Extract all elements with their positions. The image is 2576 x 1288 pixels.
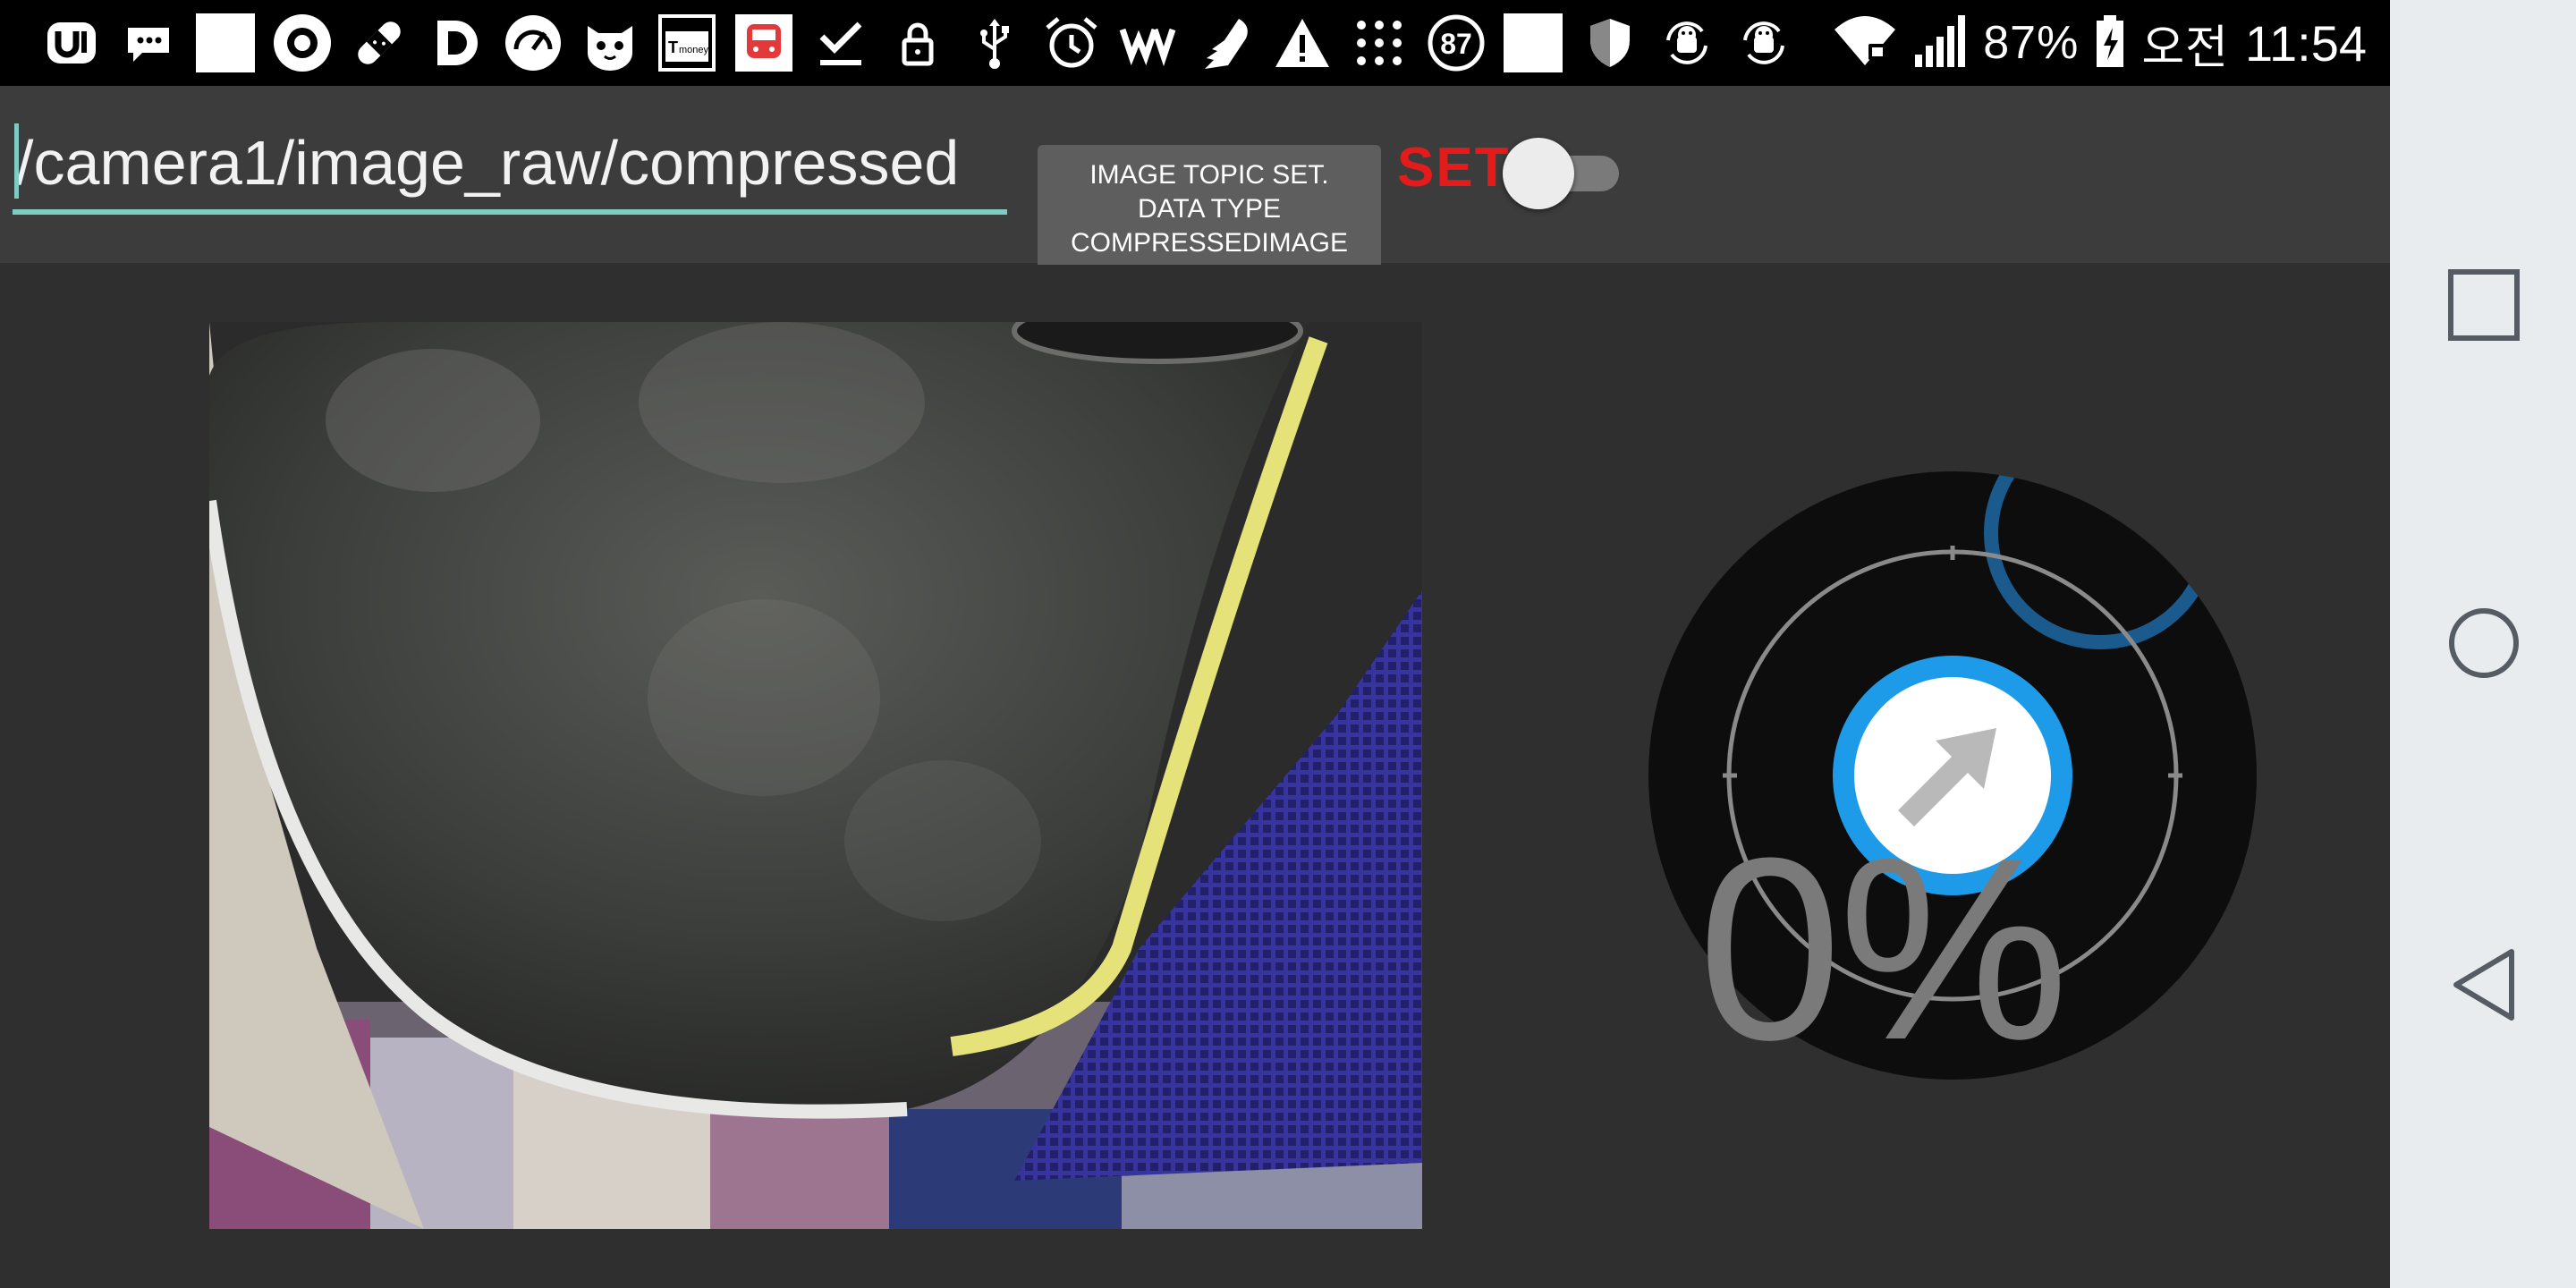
tmoney-icon: Tmoney <box>657 13 717 73</box>
home-button[interactable] <box>2444 603 2524 683</box>
image-topic-set-button[interactable]: IMAGE TOPIC SET. DATA TYPE COMPRESSEDIMA… <box>1038 145 1381 265</box>
lock-icon <box>887 13 948 73</box>
bandage-icon <box>349 13 410 73</box>
battery-charging-icon <box>2095 12 2125 75</box>
shield-icon <box>1580 13 1640 73</box>
warning-icon <box>1272 13 1333 73</box>
download-done-icon <box>810 13 871 73</box>
signal-icon <box>1913 12 1967 75</box>
clock: 11:54 <box>2245 14 2367 72</box>
set-toggle-switch[interactable] <box>1503 138 1621 209</box>
gauge-icon <box>503 13 564 73</box>
battery-percent: 87% <box>1983 17 2080 69</box>
blank-square-icon <box>195 13 256 73</box>
button-line-1: IMAGE TOPIC SET. <box>1089 159 1329 190</box>
back-icon <box>2453 949 2514 1021</box>
text-cursor <box>14 123 19 199</box>
usb-icon <box>964 13 1025 73</box>
button-line-2: DATA TYPE <box>1137 193 1282 224</box>
joystick-percent: 0% <box>1698 804 2069 1094</box>
system-status: 87% 오전 11:54 <box>1833 0 2367 86</box>
svg-text:T: T <box>668 38 678 56</box>
w-app-icon <box>1118 13 1179 73</box>
grid-icon <box>1349 13 1410 73</box>
svg-text:87: 87 <box>1440 28 1472 60</box>
bus-icon <box>733 13 794 73</box>
target-icon <box>272 13 333 73</box>
time-period: 오전 <box>2141 21 2230 74</box>
navigation-bar <box>2390 0 2576 1288</box>
badge-87-icon: 87 <box>1426 13 1487 73</box>
image-topic-input[interactable] <box>13 116 1007 215</box>
blank-square-icon <box>1503 13 1563 73</box>
topic-toolbar: IMAGE TOPIC SET. DATA TYPE COMPRESSEDIMA… <box>0 86 2390 265</box>
wing-icon <box>1195 13 1256 73</box>
svg-text:money: money <box>679 45 709 55</box>
set-label: SET <box>1397 137 1511 199</box>
switch-thumb <box>1503 138 1574 209</box>
chat-icon <box>118 13 179 73</box>
alarm-icon <box>1041 13 1102 73</box>
notification-icons: Tmoney 87 <box>41 13 1810 73</box>
wifi-icon <box>1833 12 1897 75</box>
android-sync-icon <box>1733 13 1794 73</box>
status-bar: Tmoney 87 87% 오전 11:54 <box>0 0 2390 86</box>
android-sync-icon <box>1657 13 1717 73</box>
recents-icon <box>2448 269 2520 341</box>
button-line-3: COMPRESSEDIMAGE <box>1070 227 1349 258</box>
back-button[interactable] <box>2444 945 2524 1025</box>
u-app-icon <box>41 13 102 73</box>
d-app-icon <box>426 13 487 73</box>
virtual-joystick[interactable]: 0% <box>1648 470 2258 1080</box>
camera-feed <box>209 322 1422 1229</box>
camera-image <box>209 322 1422 1229</box>
home-icon <box>2449 608 2519 678</box>
cat-face-icon <box>580 13 640 73</box>
recents-button[interactable] <box>2444 265 2524 345</box>
